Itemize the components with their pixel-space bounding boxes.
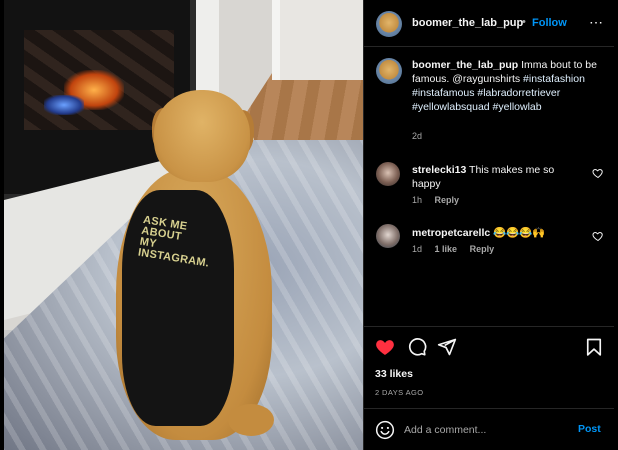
add-comment-bar: Post [364,408,614,450]
comment-like-heart-icon[interactable] [592,230,604,242]
bookmark-icon[interactable] [584,337,604,357]
header-separator: • [522,16,526,28]
photo-dog-tail [228,404,274,436]
comment-time: 1d [412,244,423,254]
post-date: 2 DAYS AGO [375,388,424,397]
post-header: boomer_the_lab_pup • Follow ⋯ [364,0,614,47]
comment-time: 1h [412,195,423,205]
comment: strelecki13 This makes me so happy [412,163,582,191]
comment-username[interactable]: metropetcarellc [412,227,490,239]
caption: boomer_the_lab_pup Imma bout to be famou… [412,58,602,114]
photo-dog-head [154,90,250,182]
comment-input[interactable] [404,419,564,441]
photo-shelf [272,0,363,80]
post-photo[interactable]: ASK ME ABOUT MY INSTAGRAM. [4,0,364,450]
reply-button[interactable]: Reply [470,244,495,254]
comment-meta: 1d 1 like Reply [412,244,504,254]
comment-like-heart-icon[interactable] [592,167,604,179]
comment-avatar[interactable] [376,224,400,248]
emoji-icon[interactable] [375,420,395,440]
comment-username[interactable]: strelecki13 [412,164,466,176]
likes-count[interactable]: 33 likes [375,368,413,380]
comment-avatar[interactable] [376,162,400,186]
post-comment-button[interactable]: Post [578,423,601,435]
caption-username[interactable]: boomer_the_lab_pup [412,59,518,71]
share-icon[interactable] [437,337,457,357]
follow-button[interactable]: Follow [532,17,567,29]
avatar[interactable] [376,11,402,37]
comment-icon[interactable] [407,337,427,357]
post-actions [364,326,614,366]
comment-likes[interactable]: 1 like [435,244,458,254]
photo-flame-blue [44,95,84,115]
comment: metropetcarellc 😂😂😂🙌 [412,226,582,240]
more-horizontal-icon[interactable]: ⋯ [588,13,604,31]
right-edge [614,0,618,450]
caption-avatar[interactable] [376,58,402,84]
post-side-panel: boomer_the_lab_pup • Follow ⋯ boomer_the… [364,0,614,450]
header-username[interactable]: boomer_the_lab_pup [412,17,523,29]
heart-filled-icon[interactable] [375,337,395,357]
instagram-post-view: ASK ME ABOUT MY INSTAGRAM. boomer_the_la… [0,0,618,450]
caption-timestamp: 2d [412,131,423,141]
reply-button[interactable]: Reply [435,195,460,205]
comment-meta: 1h Reply [412,195,469,205]
comment-text: 😂😂😂🙌 [493,227,546,239]
